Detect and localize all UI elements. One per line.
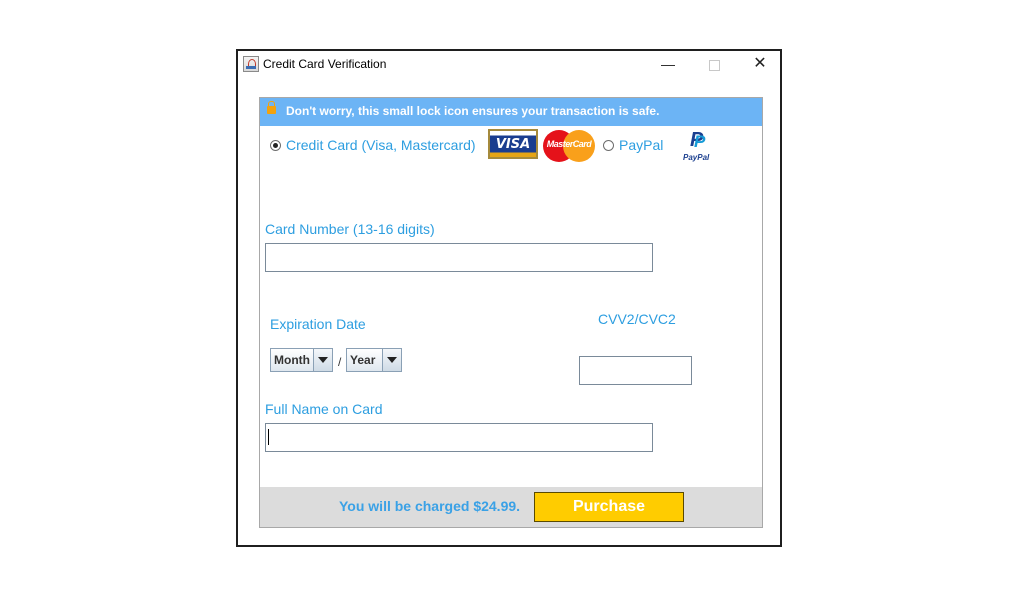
full-name-label: Full Name on Card [265, 401, 383, 417]
minimize-button[interactable]: — [653, 53, 683, 75]
credit-card-verification-window: Credit Card Verification — ✕ Don't worry… [236, 49, 782, 547]
cvv-label: CVV2/CVC2 [598, 311, 676, 327]
paypal-label[interactable]: PayPal [619, 137, 663, 153]
paypal-logo-icon: PP PayPal [683, 129, 710, 162]
year-select-value: Year [350, 353, 376, 367]
close-button[interactable]: ✕ [745, 53, 775, 75]
paypal-logo-text: PayPal [683, 153, 710, 162]
paypal-radio[interactable] [603, 140, 614, 151]
month-select[interactable]: Month [270, 348, 333, 372]
charge-amount-text: You will be charged $24.99. [339, 498, 521, 514]
card-number-input[interactable] [265, 243, 653, 272]
purchase-button[interactable]: Purchase [534, 492, 684, 522]
mastercard-logo-icon: MasterCard [543, 130, 595, 162]
text-caret [268, 429, 269, 445]
card-number-label: Card Number (13-16 digits) [265, 221, 435, 237]
visa-logo-icon: VISA [488, 129, 538, 159]
visa-logo-text: VISA [495, 137, 531, 152]
month-select-value: Month [274, 353, 310, 367]
mastercard-logo-text: MasterCard [546, 139, 592, 149]
maximize-button[interactable] [699, 53, 729, 75]
credit-card-radio[interactable] [270, 140, 281, 151]
java-app-icon [243, 56, 259, 72]
banner-text: Don't worry, this small lock icon ensure… [286, 104, 660, 118]
year-select[interactable]: Year [346, 348, 402, 372]
chevron-down-icon[interactable] [382, 349, 401, 371]
chevron-down-icon[interactable] [313, 349, 332, 371]
maximize-icon [708, 59, 720, 71]
payment-panel: Don't worry, this small lock icon ensure… [259, 97, 763, 528]
lock-icon [267, 101, 276, 114]
title-bar[interactable]: Credit Card Verification — ✕ [238, 51, 780, 79]
checkout-footer: You will be charged $24.99. Purchase [260, 487, 762, 527]
cvv-input[interactable] [579, 356, 692, 385]
credit-card-label[interactable]: Credit Card (Visa, Mastercard) [286, 137, 476, 153]
window-title: Credit Card Verification [263, 57, 387, 71]
full-name-input[interactable] [265, 423, 653, 452]
security-banner: Don't worry, this small lock icon ensure… [260, 98, 762, 126]
date-separator: / [338, 355, 342, 369]
expiration-date-label: Expiration Date [270, 316, 366, 332]
